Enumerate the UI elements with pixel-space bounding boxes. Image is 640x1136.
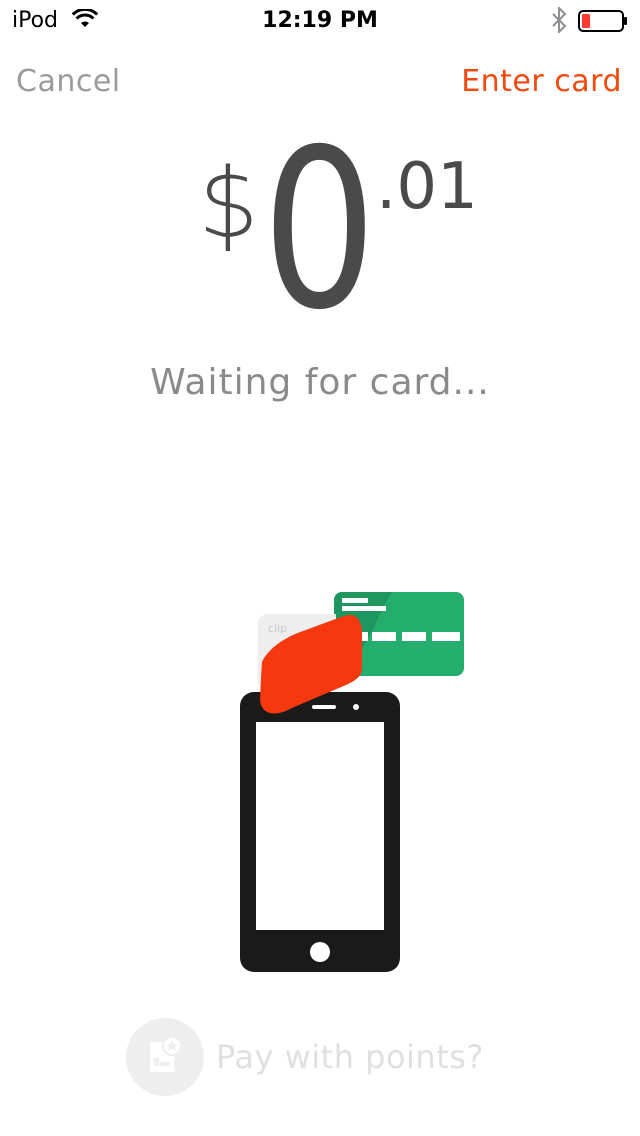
- pay-with-points-label: Pay with points?: [216, 1038, 484, 1076]
- card-reader-illustration: clip: [240, 592, 464, 972]
- payment-screen: iPod 12:19 PM Cancel Enter card $ 0 .01 …: [0, 0, 640, 1136]
- pay-with-points-button[interactable]: Pay with points?: [126, 1018, 526, 1098]
- reader-brand-label: clip: [268, 622, 287, 635]
- points-card-icon: [126, 1018, 204, 1096]
